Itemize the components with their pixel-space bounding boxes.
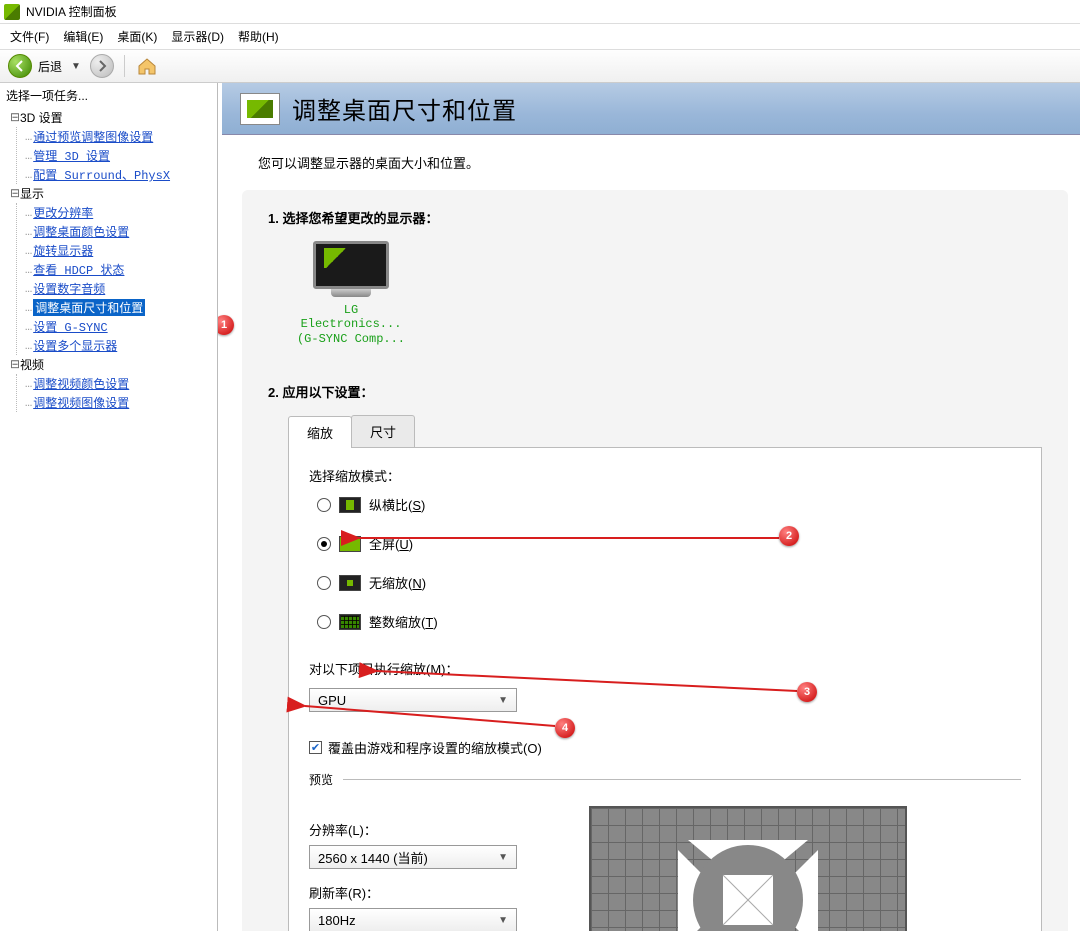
radio-aspect-label: 纵横比(S) [369,495,425,514]
sidebar-item-video-color[interactable]: 调整视频颜色设置 [33,375,129,392]
sidebar-item-desktop-color[interactable]: 调整桌面颜色设置 [33,223,129,240]
radio-fullscreen-label: 全屏(U) [369,534,413,553]
override-checkbox[interactable]: ✔ [309,741,322,754]
noscaling-icon [339,575,361,591]
resolution-select[interactable]: 2560 x 1440 (当前) ▼ [309,845,517,869]
resolution-value: 2560 x 1440 (当前) [318,848,428,867]
sidebar-item-video-image[interactable]: 调整视频图像设置 [33,394,129,411]
override-label: 覆盖由游戏和程序设置的缩放模式(O) [328,738,542,757]
annotation-arrow-1 [218,268,228,328]
page-description: 您可以调整显示器的桌面大小和位置。 [218,135,1080,190]
sidebar-item-rotate-display[interactable]: 旋转显示器 [33,242,93,259]
menu-display[interactable]: 显示器(D) [165,26,230,47]
sidebar-item-surround-physx[interactable]: 配置 Surround、PhysX [33,166,170,183]
monitor-stand-icon [331,289,371,297]
back-history-dropdown[interactable]: ▼ [68,61,84,72]
back-label: 后退 [38,58,62,75]
radio-fullscreen[interactable] [317,537,331,551]
preview-separator [343,779,1021,780]
menu-desktop[interactable]: 桌面(K) [111,26,163,47]
perform-scaling-select[interactable]: GPU ▼ [309,688,517,712]
chevron-down-icon: ▼ [498,852,508,863]
monitor-item[interactable]: LG Electronics... (G-SYNC Comp... [296,241,406,346]
sidebar-item-gsync[interactable]: 设置 G-SYNC [33,318,107,335]
tree-group-display: 显示 [20,185,44,202]
scaling-mode-group: 纵横比(S) 全屏(U) 无缩放(N) [317,495,1021,631]
content-pane: 调整桌面尺寸和位置 您可以调整显示器的桌面大小和位置。 1. 选择您希望更改的显… [218,83,1080,931]
chevron-down-icon: ▼ [498,695,508,706]
page-header: 调整桌面尺寸和位置 [222,83,1080,135]
tree-group-3d: 3D 设置 [20,109,63,126]
perform-scaling-label: 对以下项目执行缩放(M)： [309,659,1021,678]
monitor-label: LG Electronics... (G-SYNC Comp... [296,303,406,346]
page-title: 调整桌面尺寸和位置 [292,91,517,126]
back-button[interactable] [8,54,32,78]
tabs: 缩放 尺寸 [288,415,1042,448]
radio-integer-label: 整数缩放(T) [369,612,438,631]
sidebar-item-preview-image[interactable]: 通过预览调整图像设置 [33,128,153,145]
window-title: NVIDIA 控制面板 [26,3,117,20]
tree-toggle-3d[interactable]: ⊟ [10,110,20,125]
step1-label: 1. 选择您希望更改的显示器： [268,208,1042,227]
perform-scaling-value: GPU [318,693,346,708]
menu-file[interactable]: 文件(F) [4,26,55,47]
aspect-icon [339,497,361,513]
refresh-label: 刷新率(R)： [309,883,529,902]
scaling-mode-label: 选择缩放模式： [309,466,1021,485]
tab-body-scaling: 选择缩放模式： 纵横比(S) 全屏(U) [288,448,1042,931]
sidebar-item-hdcp-status[interactable]: 查看 HDCP 状态 [33,261,124,278]
title-bar: NVIDIA 控制面板 [0,0,1080,24]
forward-button[interactable] [90,54,114,78]
preview-graphic-icon [668,830,828,931]
resolution-label: 分辨率(L)： [309,820,529,839]
annotation-badge-3: 3 [797,682,817,702]
radio-integer[interactable] [317,615,331,629]
radio-noscaling[interactable] [317,576,331,590]
menu-bar: 文件(F) 编辑(E) 桌面(K) 显示器(D) 帮助(H) [0,24,1080,49]
home-button[interactable] [135,54,159,78]
menu-help[interactable]: 帮助(H) [232,26,285,47]
nvidia-logo-icon [4,4,20,20]
fullscreen-icon [339,536,361,552]
menu-edit[interactable]: 编辑(E) [57,26,109,47]
tab-scaling[interactable]: 缩放 [288,416,352,448]
toolbar-separator [124,55,125,77]
page-header-icon [240,93,280,125]
monitor-icon [313,241,389,289]
sidebar-item-change-resolution[interactable]: 更改分辨率 [33,204,93,221]
refresh-value: 180Hz [318,913,356,928]
sidebar-item-desktop-size-position[interactable]: 调整桌面尺寸和位置 [33,299,145,316]
task-tree: ⊟ 3D 设置 …通过预览调整图像设置 …管理 3D 设置 …配置 Surrou… [0,108,217,420]
tree-toggle-display[interactable]: ⊟ [10,186,20,201]
sidebar-item-manage-3d[interactable]: 管理 3D 设置 [33,147,110,164]
sidebar-item-digital-audio[interactable]: 设置数字音频 [33,280,105,297]
settings-panel: 1. 选择您希望更改的显示器： LG Electronics... (G-SYN… [242,190,1068,931]
chevron-down-icon: ▼ [498,915,508,926]
preview-box [589,806,907,931]
tab-size[interactable]: 尺寸 [351,415,415,447]
tree-group-video: 视频 [20,356,44,373]
tree-toggle-video[interactable]: ⊟ [10,357,20,372]
preview-label: 预览 [309,771,333,788]
integer-icon [339,614,361,630]
annotation-badge-4: 4 [555,718,575,738]
task-sidebar: 选择一项任务... ⊟ 3D 设置 …通过预览调整图像设置 …管理 3D 设置 … [0,83,218,931]
radio-aspect[interactable] [317,498,331,512]
annotation-badge-1: 1 [218,315,234,335]
toolbar: 后退 ▼ [0,49,1080,83]
sidebar-header: 选择一项任务... [0,83,217,108]
sidebar-item-multi-display[interactable]: 设置多个显示器 [33,337,117,354]
radio-noscaling-label: 无缩放(N) [369,573,426,592]
step2-label: 2. 应用以下设置： [268,382,1042,401]
